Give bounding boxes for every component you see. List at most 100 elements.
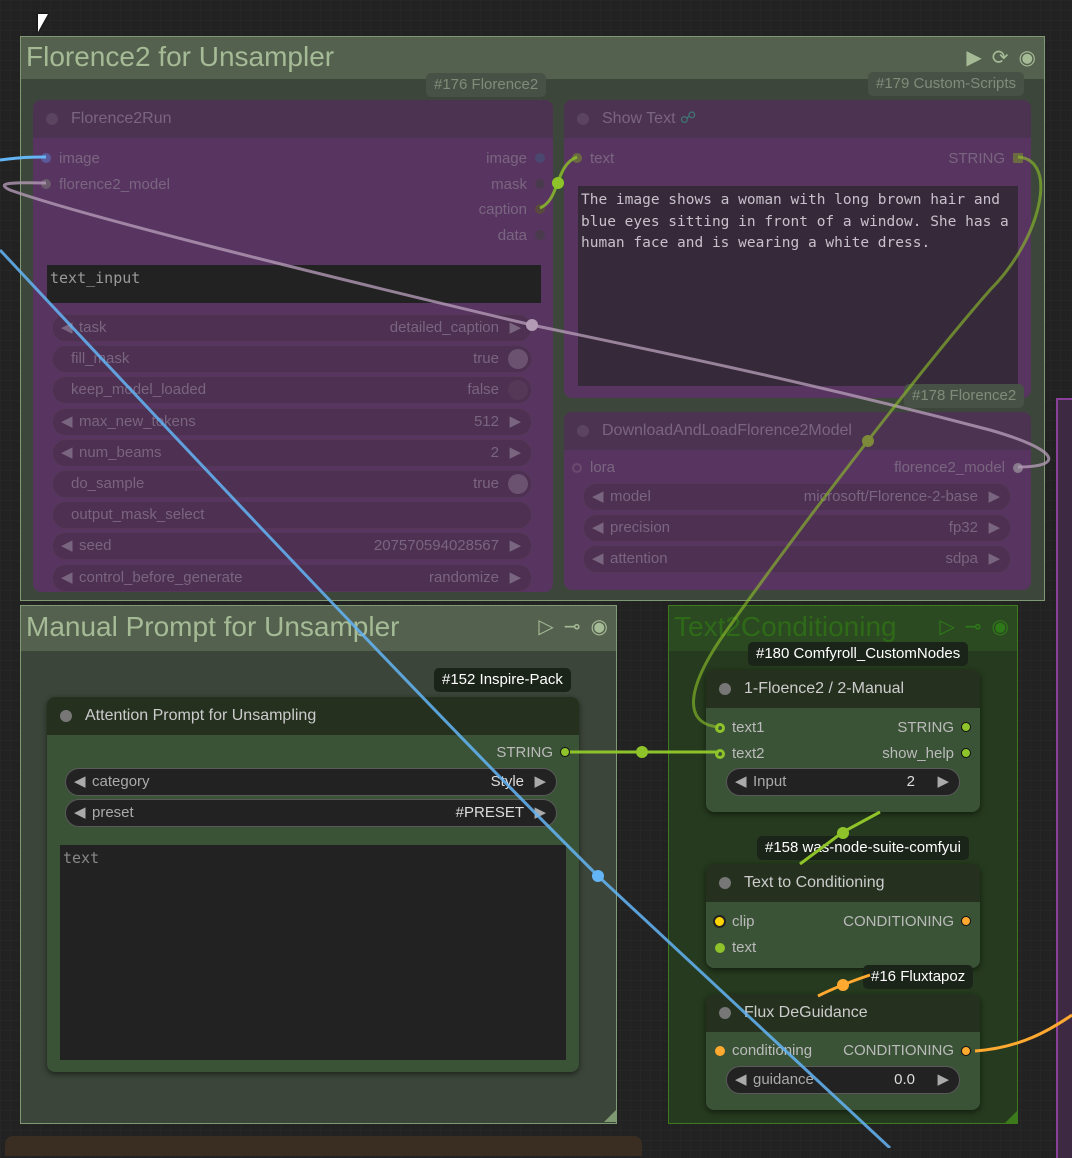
guidance-input[interactable]: ◀ guidance 0.0 ▶ [726, 1066, 960, 1094]
prompt-textarea[interactable]: text [60, 845, 566, 1060]
widget-max-new-tokens[interactable]: ◀ max_new_tokens 512 ▶ [52, 407, 532, 436]
group-resize-handle[interactable] [604, 1110, 616, 1122]
category-selector[interactable]: ◀ category Style ▶ [65, 768, 557, 796]
arrow-right-icon[interactable]: ▶ [988, 515, 1000, 541]
node-attention-prompt[interactable]: Attention Prompt for Unsampling STRING ◀… [47, 697, 579, 1072]
collapse-dot[interactable] [719, 877, 731, 889]
arrow-right-icon[interactable]: ▶ [509, 409, 521, 435]
node-text-to-conditioning[interactable]: Text to Conditioning clip text CONDITION… [706, 864, 980, 968]
input-slot-text1[interactable] [715, 723, 725, 733]
play-icon[interactable]: ▶ [966, 45, 981, 70]
collapse-dot[interactable] [719, 683, 731, 695]
arrow-left-icon[interactable]: ◀ [61, 565, 73, 591]
preset-selector[interactable]: ◀ preset #PRESET ▶ [65, 799, 557, 827]
widget-attention[interactable]: ◀ attention sdpa ▶ [583, 545, 1011, 573]
arrow-right-icon[interactable]: ▶ [509, 565, 521, 591]
output-slot-string[interactable] [560, 747, 570, 757]
arrow-left-icon[interactable]: ◀ [735, 769, 747, 795]
group-title[interactable]: Manual Prompt for Unsampler [21, 606, 616, 651]
output-slot[interactable] [1013, 153, 1023, 163]
output-slot[interactable] [961, 722, 971, 732]
node-badge: #178 Florence2 [904, 384, 1025, 408]
link-icon[interactable]: ⊸ [564, 614, 581, 639]
widget-label: fill_mask [71, 350, 130, 368]
output-label: data [497, 227, 527, 244]
show-text-area[interactable]: The image shows a woman with long brown … [578, 186, 1018, 386]
group-resize-handle[interactable] [1005, 1111, 1017, 1123]
output-slot[interactable] [1013, 463, 1023, 473]
arrow-right-icon[interactable]: ▶ [509, 440, 521, 466]
input-slot-text2[interactable] [715, 749, 725, 759]
collapse-dot[interactable] [577, 113, 589, 125]
widget-control-before-generate[interactable]: ◀ control_before_generate randomize ▶ [52, 563, 532, 592]
widget-label: guidance [753, 1071, 814, 1088]
text-input-field[interactable]: text_input [47, 265, 541, 303]
node-florence2run[interactable]: Florence2Run image florence2_model image… [33, 100, 553, 592]
arrow-right-icon[interactable]: ▶ [937, 769, 949, 795]
arrow-left-icon[interactable]: ◀ [592, 484, 604, 510]
input-slot-clip[interactable] [713, 915, 726, 928]
bypass-icon[interactable]: ⟳ [992, 45, 1009, 70]
input-slot-image[interactable] [41, 153, 51, 163]
arrow-right-icon[interactable]: ▶ [988, 484, 1000, 510]
toggle-knob[interactable] [508, 380, 528, 401]
node-flux-deguidance[interactable]: Flux DeGuidance conditioning CONDITIONIN… [706, 994, 980, 1110]
arrow-right-icon[interactable]: ▶ [509, 533, 521, 559]
arrow-right-icon[interactable]: ▶ [988, 546, 1000, 572]
offscreen-node-right[interactable] [1056, 398, 1072, 1158]
output-slot[interactable] [961, 748, 971, 758]
output-slot[interactable] [535, 230, 545, 240]
widget-output-mask-select[interactable]: output_mask_select [52, 501, 532, 530]
eye-icon[interactable]: ◉ [591, 614, 608, 639]
eye-icon[interactable]: ◉ [1019, 45, 1036, 70]
arrow-left-icon[interactable]: ◀ [74, 800, 86, 826]
widget-keep-model-loaded[interactable]: keep_model_loaded false [52, 376, 532, 405]
output-slot[interactable] [535, 153, 545, 163]
output-slot[interactable] [961, 916, 971, 926]
arrow-left-icon[interactable]: ◀ [74, 769, 86, 795]
collapse-dot[interactable] [577, 425, 589, 437]
arrow-right-icon[interactable]: ▶ [509, 315, 521, 341]
input-selector[interactable]: ◀ Input 2 ▶ [726, 768, 960, 796]
arrow-left-icon[interactable]: ◀ [735, 1067, 747, 1093]
play-outline-icon[interactable]: ▷ [538, 614, 553, 639]
widget-precision[interactable]: ◀ precision fp32 ▶ [583, 514, 1011, 542]
node-text-switch[interactable]: 1-Floence2 / 2-Manual text1 text2 STRING… [706, 670, 980, 812]
node-download-load-florence2[interactable]: DownloadAndLoadFlorence2Model lora flore… [564, 412, 1031, 590]
widget-fill-mask[interactable]: fill_mask true [52, 345, 532, 374]
arrow-left-icon[interactable]: ◀ [592, 515, 604, 541]
widget-num-beams[interactable]: ◀ num_beams 2 ▶ [52, 438, 532, 467]
arrow-right-icon[interactable]: ▶ [534, 769, 546, 795]
eye-icon[interactable]: ◉ [992, 614, 1009, 639]
collapse-dot[interactable] [46, 113, 58, 125]
collapse-dot[interactable] [719, 1007, 731, 1019]
input-slot-lora[interactable] [572, 463, 582, 473]
arrow-left-icon[interactable]: ◀ [61, 533, 73, 559]
widget-seed[interactable]: ◀ seed 207570594028567 ▶ [52, 532, 532, 561]
arrow-left-icon[interactable]: ◀ [61, 409, 73, 435]
arrow-left-icon[interactable]: ◀ [61, 440, 73, 466]
arrow-right-icon[interactable]: ▶ [937, 1067, 949, 1093]
widget-model[interactable]: ◀ model microsoft/Florence-2-base ▶ [583, 483, 1011, 511]
arrow-left-icon[interactable]: ◀ [61, 315, 73, 341]
arrow-right-icon[interactable]: ▶ [534, 800, 546, 826]
widget-label: category [92, 773, 150, 790]
widget-task[interactable]: ◀ task detailed_caption ▶ [52, 314, 532, 342]
input-slot-model[interactable] [41, 179, 51, 189]
node-show-text[interactable]: Show Text ☍ text STRING The image shows … [564, 100, 1031, 398]
output-slot[interactable] [535, 204, 545, 214]
input-slot-text[interactable] [572, 153, 582, 163]
arrow-left-icon[interactable]: ◀ [592, 546, 604, 572]
toggle-knob[interactable] [508, 349, 528, 370]
toggle-knob[interactable] [508, 474, 528, 494]
widget-do-sample[interactable]: do_sample true [52, 470, 532, 498]
output-slot[interactable] [961, 1046, 971, 1056]
input-slot-text[interactable] [715, 943, 725, 953]
offscreen-node-bottom[interactable] [5, 1136, 642, 1156]
collapse-dot[interactable] [60, 710, 72, 722]
play-outline-icon[interactable]: ▷ [939, 614, 954, 639]
link-icon[interactable]: ⊸ [965, 614, 982, 639]
node-badge: #152 Inspire-Pack [434, 668, 571, 692]
output-slot[interactable] [535, 179, 545, 189]
input-slot-conditioning[interactable] [715, 1046, 725, 1056]
